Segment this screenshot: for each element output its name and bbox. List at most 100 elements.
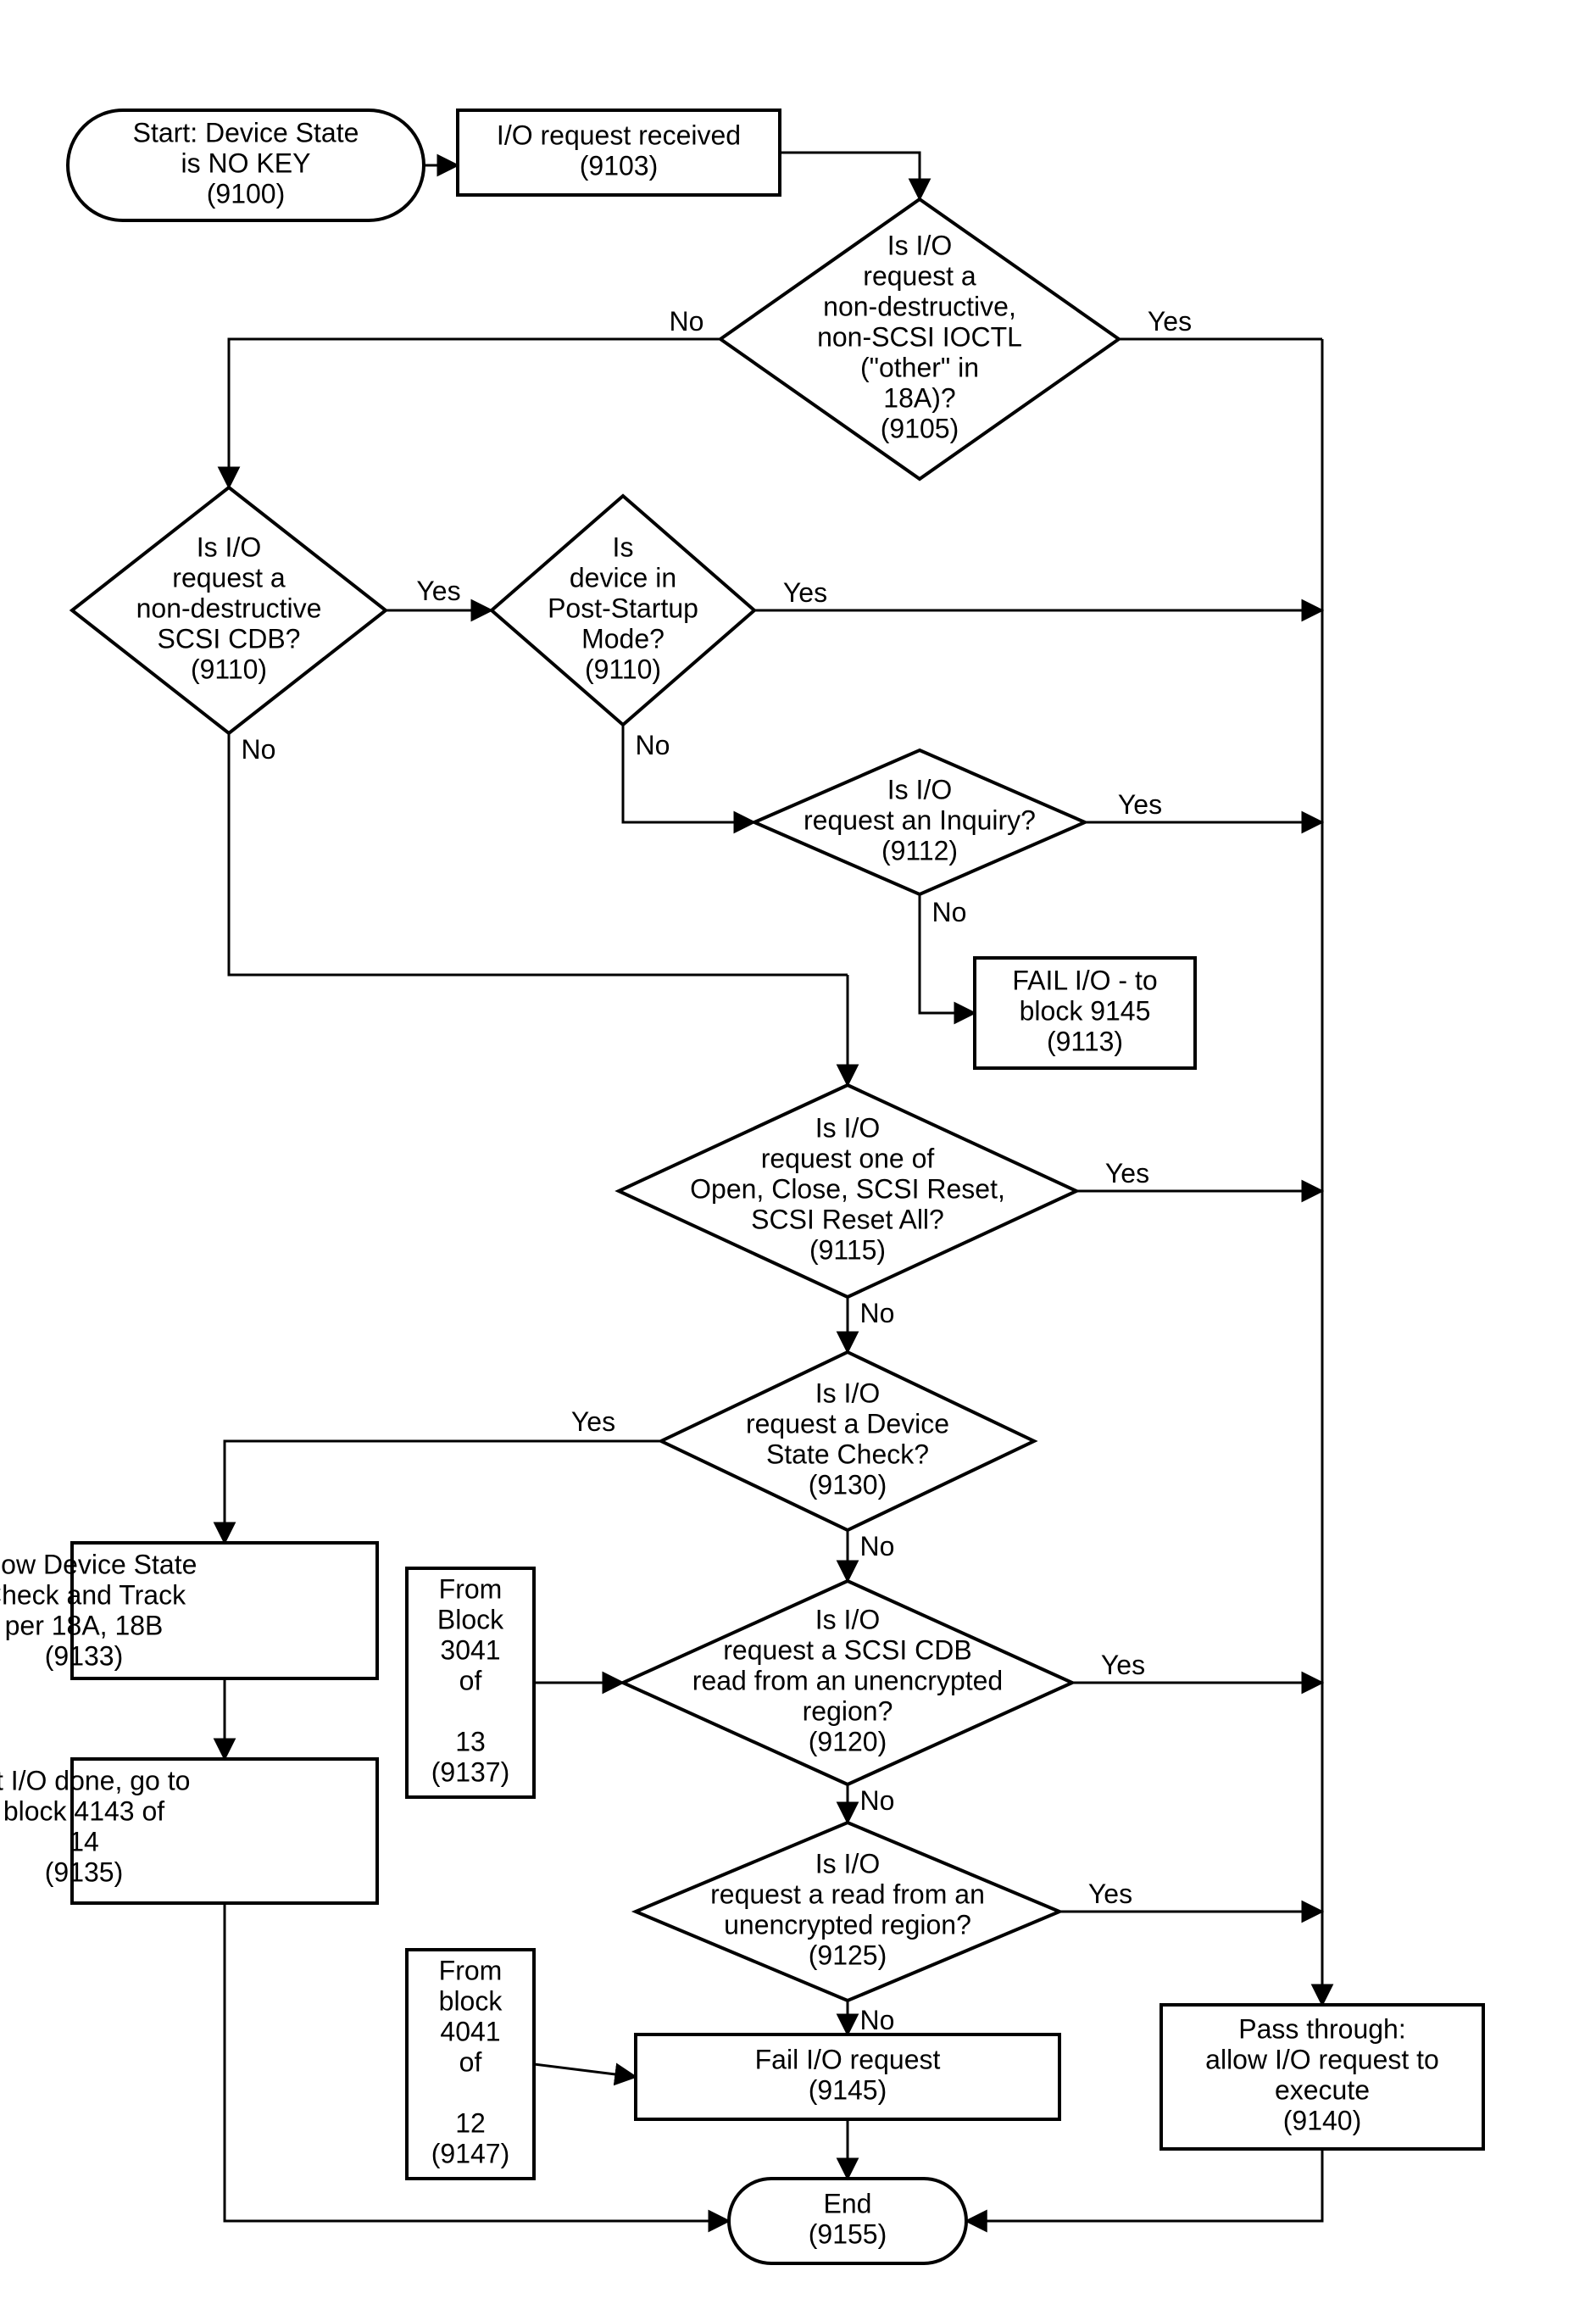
svg-text:From: From [439, 1955, 503, 1985]
svg-text:Is I/O: Is I/O [197, 532, 261, 562]
edge-label: Yes [1148, 306, 1192, 337]
node-9145: Fail I/O request(9145) [636, 2034, 1059, 2119]
node-9112: Is I/Orequest an Inquiry?(9112) [754, 750, 1085, 894]
edge [534, 2064, 636, 2077]
svg-text:region?: region? [803, 1695, 893, 1726]
svg-text:request one of: request one of [761, 1143, 935, 1173]
svg-text:Mode?: Mode? [581, 623, 665, 654]
svg-text:(9130): (9130) [809, 1469, 887, 1500]
node-9110a: Is I/Orequest anon-destructiveSCSI CDB?(… [72, 487, 386, 733]
node-9140: Pass through:allow I/O request toexecute… [1161, 2005, 1483, 2149]
svg-text:(9147): (9147) [431, 2138, 510, 2168]
edge-label: No [860, 1531, 895, 1561]
svg-text:(9133): (9133) [45, 1640, 124, 1671]
svg-text:Is I/O: Is I/O [887, 230, 952, 260]
node-9130: Is I/Orequest a DeviceState Check?(9130) [661, 1352, 1034, 1530]
node-9113: FAIL I/O - toblock 9145(9113) [975, 958, 1195, 1068]
svg-text:14: 14 [69, 1826, 99, 1856]
svg-text:of: of [459, 2046, 482, 2077]
svg-text:Fail I/O request: Fail I/O request [755, 2044, 941, 2074]
node-9135: At I/O done, go toblock 4143 of14(9135) [0, 1759, 377, 1903]
edge [229, 339, 720, 487]
svg-text:(9120): (9120) [809, 1726, 887, 1756]
edge-label: No [242, 734, 276, 765]
node-9147: Fromblock4041of 12(9147) [407, 1950, 534, 2179]
svg-text:request a SCSI CDB: request a SCSI CDB [723, 1634, 971, 1665]
svg-text:allow I/O request to: allow I/O request to [1205, 2044, 1439, 2074]
svg-text:(9112): (9112) [881, 835, 958, 866]
svg-text:block 9145: block 9145 [1020, 995, 1151, 1026]
edge-label: No [860, 2005, 895, 2035]
svg-text:State Check?: State Check? [766, 1439, 929, 1469]
svg-text:(9103): (9103) [580, 150, 659, 181]
node-9137: FromBlock3041of13(9137) [407, 1568, 534, 1797]
svg-text:(9105): (9105) [881, 413, 959, 443]
svg-text:(9100): (9100) [207, 178, 286, 209]
svg-text:End: End [824, 2188, 872, 2218]
edge-label: No [636, 730, 670, 760]
svg-text:request an Inquiry?: request an Inquiry? [804, 804, 1036, 835]
svg-text:(9115): (9115) [809, 1234, 886, 1265]
svg-text:SCSI CDB?: SCSI CDB? [158, 623, 301, 654]
node-9125: Is I/Orequest a read from anunencrypted … [636, 1823, 1059, 2001]
edge-label: No [860, 1298, 895, 1328]
svg-text:12: 12 [455, 2107, 486, 2138]
svg-text:(9125): (9125) [809, 1940, 887, 1970]
edge-label: Yes [571, 1406, 615, 1437]
svg-text:unencrypted region?: unencrypted region? [724, 1909, 971, 1940]
edge-label: Yes [1101, 1650, 1145, 1680]
svg-text:From: From [439, 1573, 503, 1604]
svg-text:4041: 4041 [440, 2016, 500, 2046]
svg-text:per 18A, 18B: per 18A, 18B [5, 1610, 164, 1640]
svg-text:(9113): (9113) [1047, 1026, 1123, 1056]
svg-text:(9135): (9135) [45, 1856, 124, 1887]
svg-text:Is I/O: Is I/O [815, 1112, 880, 1143]
flowchart-canvas: Start: Device Stateis NO KEY(9100) I/O re… [0, 0, 1596, 2310]
svg-text:is NO KEY: is NO KEY [181, 148, 311, 178]
edge-label: Yes [1118, 789, 1162, 820]
end-node: End(9155) [729, 2179, 966, 2263]
svg-text:request a read from an: request a read from an [710, 1879, 985, 1909]
svg-text:(9155): (9155) [809, 2218, 887, 2249]
svg-text:device in: device in [570, 562, 676, 593]
svg-text:Is I/O: Is I/O [815, 1378, 880, 1408]
edge-label: Yes [1105, 1158, 1149, 1188]
edge-label: Yes [1088, 1879, 1132, 1909]
svg-text:execute: execute [1275, 2074, 1370, 2105]
svg-text:Post-Startup: Post-Startup [548, 593, 698, 623]
node-9103: I/O request received(9103) [458, 110, 780, 195]
svg-text:Is I/O: Is I/O [815, 1604, 880, 1634]
svg-text:13: 13 [455, 1726, 486, 1756]
node-9120: Is I/Orequest a SCSI CDBread from an une… [623, 1581, 1072, 1784]
svg-text:3041: 3041 [440, 1634, 500, 1665]
svg-text:At I/O done, go to: At I/O done, go to [0, 1765, 190, 1795]
edge-label: Yes [783, 577, 827, 608]
svg-text:of: of [459, 1665, 482, 1695]
svg-text:I/O request received: I/O request received [497, 120, 741, 150]
svg-text:non-destructive: non-destructive [136, 593, 322, 623]
edge [780, 153, 920, 199]
edge [229, 733, 848, 975]
svg-text:("other" in: ("other" in [860, 352, 979, 382]
svg-text:FAIL I/O - to: FAIL I/O - to [1012, 965, 1157, 995]
edge-label: No [860, 1785, 895, 1816]
svg-text:block: block [439, 1985, 503, 2016]
svg-text:non-SCSI IOCTL: non-SCSI IOCTL [817, 321, 1022, 352]
svg-text:(9145): (9145) [809, 2074, 887, 2105]
edge-label: No [932, 897, 967, 927]
svg-text:SCSI Reset All?: SCSI Reset All? [751, 1204, 944, 1234]
svg-text:(9137): (9137) [431, 1756, 510, 1787]
svg-text:block 4143 of: block 4143 of [3, 1795, 164, 1826]
svg-text:(9110): (9110) [585, 654, 661, 684]
svg-text:(9140): (9140) [1283, 2105, 1362, 2135]
svg-text:non-destructive,: non-destructive, [823, 291, 1016, 321]
svg-text:request a: request a [172, 562, 286, 593]
svg-text:Start: Device State: Start: Device State [133, 117, 359, 148]
svg-text:Is I/O: Is I/O [887, 774, 952, 804]
svg-text:Is I/O: Is I/O [815, 1848, 880, 1879]
svg-text:read from an unencrypted: read from an unencrypted [692, 1665, 1003, 1695]
svg-text:Check and Track: Check and Track [0, 1579, 186, 1610]
start-node: Start: Device Stateis NO KEY(9100) [68, 110, 424, 220]
node-9110b: Isdevice inPost-StartupMode?(9110) [492, 496, 754, 725]
svg-text:18A)?: 18A)? [883, 382, 955, 413]
